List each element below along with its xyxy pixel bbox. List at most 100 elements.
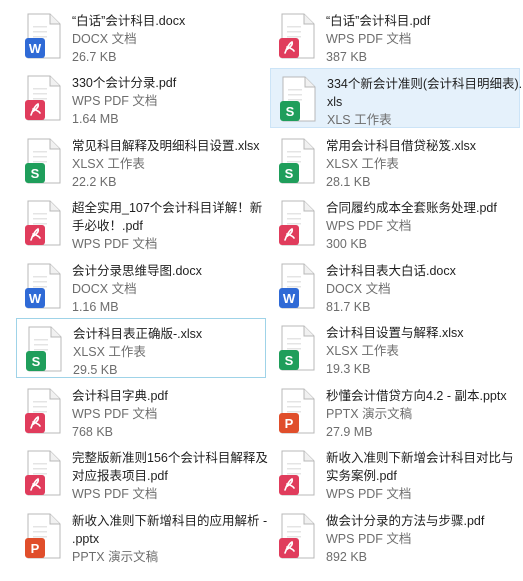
file-item[interactable]: P 秒懂会计借贷方向4.2 - 副本.pptx PPTX 演示文稿 27.9 MB <box>270 381 520 441</box>
file-name: 常见科目解释及明细科目设置.xlsx <box>72 139 260 153</box>
file-name: 330个会计分录.pdf <box>72 76 177 90</box>
file-name: 常用会计科目借贷秘笈.xlsx <box>326 139 477 153</box>
file-item[interactable]: 做会计分录的方法与步骤.pdf WPS PDF 文档 892 KB <box>270 506 520 566</box>
file-name: 会计科目设置与解释.xlsx <box>326 326 464 340</box>
file-name: 新收入准则下新增科目的应用解析 - .pptx <box>72 514 268 546</box>
excel-icon: S <box>279 75 319 123</box>
file-details: “白话”会计科目.docx DOCX 文档 26.7 KB <box>72 12 268 66</box>
file-item[interactable]: S 334个新会计准则(会计科目明细表).xls XLS 工作表 <box>270 68 523 129</box>
ppt-icon: P <box>278 387 318 435</box>
pdf-icon <box>24 387 64 435</box>
word-icon: W <box>24 262 64 310</box>
excel-icon: S <box>25 325 65 373</box>
file-details: 常用会计科目借贷秘笈.xlsx XLSX 工作表 28.1 KB <box>326 137 522 191</box>
file-item[interactable]: S 常用会计科目借贷秘笈.xlsx XLSX 工作表 28.1 KB <box>270 131 520 191</box>
pdf-icon <box>278 449 318 497</box>
file-size: 19.3 KB <box>326 362 371 376</box>
file-name: 秒懂会计借贷方向4.2 - 副本.pptx <box>326 389 507 403</box>
file-size: 1.64 MB <box>72 112 119 126</box>
file-item[interactable]: 会计科目字典.pdf WPS PDF 文档 768 KB <box>16 381 266 441</box>
file-item[interactable]: 完整版新准则156个会计科目解释及对应报表项目.pdf WPS PDF 文档 <box>16 443 268 503</box>
file-size: 22.2 KB <box>72 175 117 189</box>
file-details: 做会计分录的方法与步骤.pdf WPS PDF 文档 892 KB <box>326 512 522 566</box>
pdf-icon <box>278 12 318 60</box>
file-grid: W “白话”会计科目.docx DOCX 文档 26.7 KB “白话”会计科目.pdf… <box>16 0 523 581</box>
file-details: 会计科目字典.pdf WPS PDF 文档 768 KB <box>72 387 268 441</box>
file-type: XLSX 工作表 <box>326 344 399 358</box>
file-name: 会计科目表大白话.docx <box>326 264 456 278</box>
svg-text:W: W <box>29 41 42 56</box>
file-name: “白话”会计科目.pdf <box>326 14 431 28</box>
file-details: 会计科目表大白话.docx DOCX 文档 81.7 KB <box>326 262 522 316</box>
file-type: WPS PDF 文档 <box>72 407 158 421</box>
file-item[interactable]: 新收入准则下新增会计科目对比与实务案例.pdf WPS PDF 文档 <box>270 443 520 503</box>
file-size: 768 KB <box>72 425 114 439</box>
file-type: WPS PDF 文档 <box>72 237 158 251</box>
file-item[interactable]: S 会计科目表正确版-.xlsx XLSX 工作表 29.5 KB <box>16 318 266 378</box>
file-details: 合同履约成本全套账务处理.pdf WPS PDF 文档 300 KB <box>326 199 522 253</box>
file-type: WPS PDF 文档 <box>326 32 412 46</box>
file-size: 1.16 MB <box>72 300 119 314</box>
file-name: 会计分录思维导图.docx <box>72 264 202 278</box>
pdf-icon <box>24 74 64 122</box>
excel-icon: S <box>278 137 318 185</box>
file-type: DOCX 文档 <box>72 282 137 296</box>
svg-text:S: S <box>32 354 41 369</box>
file-name: 334个新会计准则(会计科目明细表).xls <box>327 77 523 109</box>
file-item[interactable]: 合同履约成本全套账务处理.pdf WPS PDF 文档 300 KB <box>270 193 520 253</box>
file-type: XLSX 工作表 <box>326 157 399 171</box>
ppt-icon: P <box>24 512 64 560</box>
file-details: “白话”会计科目.pdf WPS PDF 文档 387 KB <box>326 12 522 66</box>
pdf-icon <box>24 449 64 497</box>
file-name: 完整版新准则156个会计科目解释及对应报表项目.pdf <box>72 451 268 483</box>
svg-text:S: S <box>286 104 295 119</box>
file-details: 334个新会计准则(会计科目明细表).xls XLS 工作表 <box>327 75 523 129</box>
file-details: 330个会计分录.pdf WPS PDF 文档 1.64 MB <box>72 74 268 128</box>
svg-text:S: S <box>285 166 294 181</box>
file-item[interactable]: “白话”会计科目.pdf WPS PDF 文档 387 KB <box>270 6 520 66</box>
file-type: DOCX 文档 <box>326 282 391 296</box>
file-name: 新收入准则下新增会计科目对比与实务案例.pdf <box>326 451 514 483</box>
file-item[interactable]: W 会计分录思维导图.docx DOCX 文档 1.16 MB <box>16 256 266 316</box>
file-details: 秒懂会计借贷方向4.2 - 副本.pptx PPTX 演示文稿 27.9 MB <box>326 387 522 441</box>
file-details: 会计分录思维导图.docx DOCX 文档 1.16 MB <box>72 262 268 316</box>
file-size: 892 KB <box>326 550 368 564</box>
file-type: XLSX 工作表 <box>73 345 146 359</box>
file-type: WPS PDF 文档 <box>326 219 412 233</box>
file-name: 超全实用_107个会计科目详解！新手必收！.pdf <box>72 201 263 233</box>
file-size: 81.7 KB <box>326 300 371 314</box>
file-size: 27.9 MB <box>326 425 373 439</box>
file-details: 常见科目解释及明细科目设置.xlsx XLSX 工作表 22.2 KB <box>72 137 268 191</box>
file-details: 会计科目表正确版-.xlsx XLSX 工作表 29.5 KB <box>73 325 269 379</box>
file-item[interactable]: W 会计科目表大白话.docx DOCX 文档 81.7 KB <box>270 256 520 316</box>
file-name: 合同履约成本全套账务处理.pdf <box>326 201 497 215</box>
file-name: 会计科目表正确版-.xlsx <box>73 327 203 341</box>
file-type: PPTX 演示文稿 <box>326 407 413 421</box>
file-type: WPS PDF 文档 <box>72 94 158 108</box>
file-item[interactable]: W “白话”会计科目.docx DOCX 文档 26.7 KB <box>16 6 266 66</box>
pdf-icon <box>278 199 318 247</box>
file-details: 新收入准则下新增会计科目对比与实务案例.pdf WPS PDF 文档 <box>326 449 522 503</box>
word-icon: W <box>278 262 318 310</box>
file-name: 会计科目字典.pdf <box>72 389 168 403</box>
file-type: WPS PDF 文档 <box>72 487 158 501</box>
file-details: 完整版新准则156个会计科目解释及对应报表项目.pdf WPS PDF 文档 <box>72 449 268 503</box>
file-item[interactable]: P 新收入准则下新增科目的应用解析 - .pptx PPTX 演示文稿 <box>16 506 268 566</box>
file-type: XLS 工作表 <box>327 113 392 127</box>
svg-text:P: P <box>285 416 294 431</box>
file-name: “白话”会计科目.docx <box>72 14 186 28</box>
file-item[interactable]: S 会计科目设置与解释.xlsx XLSX 工作表 19.3 KB <box>270 318 520 378</box>
svg-text:S: S <box>285 353 294 368</box>
excel-icon: S <box>24 137 64 185</box>
file-item[interactable]: 超全实用_107个会计科目详解！新手必收！.pdf WPS PDF 文档 <box>16 193 266 253</box>
file-type: WPS PDF 文档 <box>326 532 412 546</box>
file-item[interactable]: S 常见科目解释及明细科目设置.xlsx XLSX 工作表 22.2 KB <box>16 131 266 191</box>
file-details: 新收入准则下新增科目的应用解析 - .pptx PPTX 演示文稿 <box>72 512 268 566</box>
excel-icon: S <box>278 324 318 372</box>
pdf-icon <box>278 512 318 560</box>
file-type: PPTX 演示文稿 <box>72 550 159 564</box>
file-item[interactable]: 330个会计分录.pdf WPS PDF 文档 1.64 MB <box>16 68 266 128</box>
file-type: XLSX 工作表 <box>72 157 145 171</box>
file-size: 29.5 KB <box>73 363 118 377</box>
file-size: 387 KB <box>326 50 368 64</box>
